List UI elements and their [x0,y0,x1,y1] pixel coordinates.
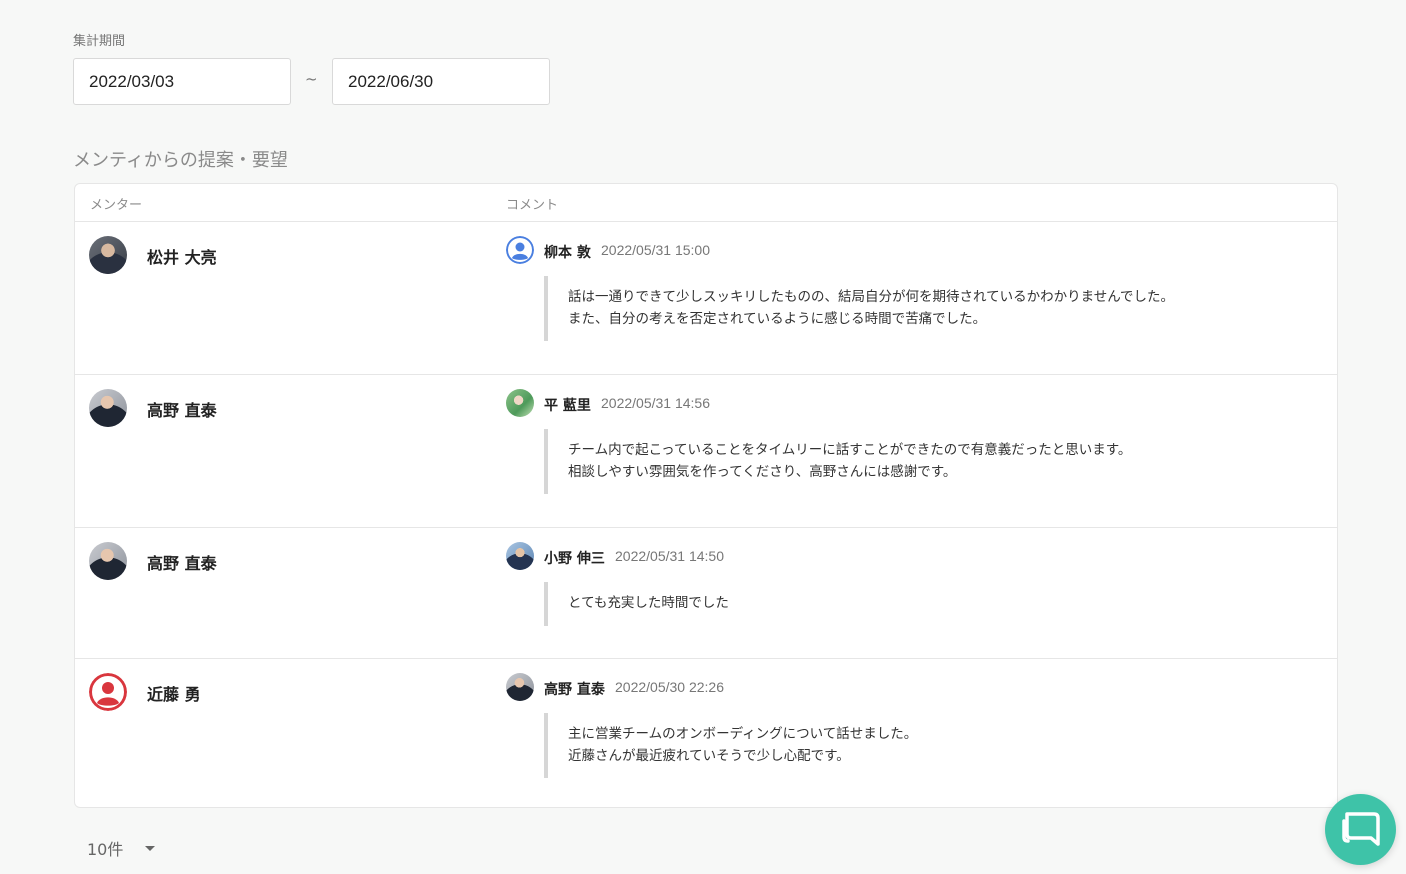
mentor-name[interactable]: 松井 大亮 [147,244,217,268]
mentor-avatar[interactable] [89,673,127,711]
comment-line: 相談しやすい雰囲気を作ってくださり、高野さんには感謝です。 [568,463,957,480]
section-title: メンティからの提案・要望 [73,150,288,171]
table-row: 松井 大亮 柳本 敦 2022/05/31 15:00 話は一通りできて少しスッ… [75,222,1337,375]
comment-text: チーム内で起こっていることをタイムリーに話すことができたので有意義だったと思いま… [544,429,1131,494]
mentor-avatar[interactable] [89,389,127,427]
per-page-select[interactable]: 10件 [87,836,123,860]
mentee-name: 高野 直泰 [544,682,605,698]
period-label: 集計期間 [73,34,126,49]
mentee-avatar [506,673,534,701]
chat-bubble-icon [1342,812,1380,846]
comment-text: とても充実した時間でした [544,582,729,626]
mentor-name[interactable]: 高野 直泰 [147,397,217,421]
comment-datetime: 2022/05/31 14:56 [601,395,710,411]
comment-line: 話は一通りできて少しスッキリしたものの、結局自分が何を期待されているかわかりませ… [568,289,1175,305]
comment-datetime: 2022/05/31 14:50 [615,548,724,564]
mentor-avatar[interactable] [89,542,127,580]
mentor-name[interactable]: 高野 直泰 [147,550,217,574]
mentor-name[interactable]: 近藤 勇 [147,681,201,705]
mentee-name: 柳本 敦 [544,245,591,261]
comment-datetime: 2022/05/31 15:00 [601,242,710,258]
mentee-name: 平 藍里 [544,398,591,414]
table-row: 高野 直泰 平 藍里 2022/05/31 14:56 チーム内で起こっているこ… [75,375,1337,528]
date-separator: ~ [305,70,318,88]
table-row: 高野 直泰 小野 伸三 2022/05/31 14:50 とても充実した時間でし… [75,528,1337,659]
comment-text: 話は一通りできて少しスッキリしたものの、結局自分が何を期待されているかわかりませ… [544,276,1174,341]
table-row: 近藤 勇 高野 直泰 2022/05/30 22:26 主に営業チームのオンボー… [75,659,1337,807]
mentee-name: 小野 伸三 [544,551,605,567]
mentor-column-header: メンター [90,198,143,213]
comment-line: 近藤さんが最近疲れていそうで少し心配です。 [568,747,850,764]
end-date-input[interactable]: 2022/06/30 [332,58,550,105]
chat-launcher-button[interactable] [1325,794,1396,865]
mentee-avatar [506,389,534,417]
comment-column-header: コメント [506,198,559,213]
mentee-avatar [506,542,534,570]
comment-text: 主に営業チームのオンボーディングについて話せました。 近藤さんが最近疲れていそう… [544,713,917,778]
page: 集計期間 2022/03/03 ~ 2022/06/30 メンティからの提案・要… [0,0,1406,874]
comment-line: チーム内で起こっていることをタイムリーに話すことができたので有意義だったと思いま… [568,442,1132,458]
comment-line: とても充実した時間でした [568,595,729,611]
comment-datetime: 2022/05/30 22:26 [615,679,724,695]
start-date-input[interactable]: 2022/03/03 [73,58,291,105]
comment-line: 主に営業チームのオンボーディングについて話せました。 [568,726,918,742]
caret-down-icon[interactable] [145,846,155,851]
feedback-table: メンター コメント 松井 大亮 柳本 敦 2022/05/31 15:00 話は… [74,183,1338,808]
mentor-avatar[interactable] [89,236,127,274]
comment-line: また、自分の考えを否定されているように感じる時間で苦痛でした。 [568,310,987,327]
user-icon [506,236,534,264]
table-header: メンター コメント [75,184,1337,222]
